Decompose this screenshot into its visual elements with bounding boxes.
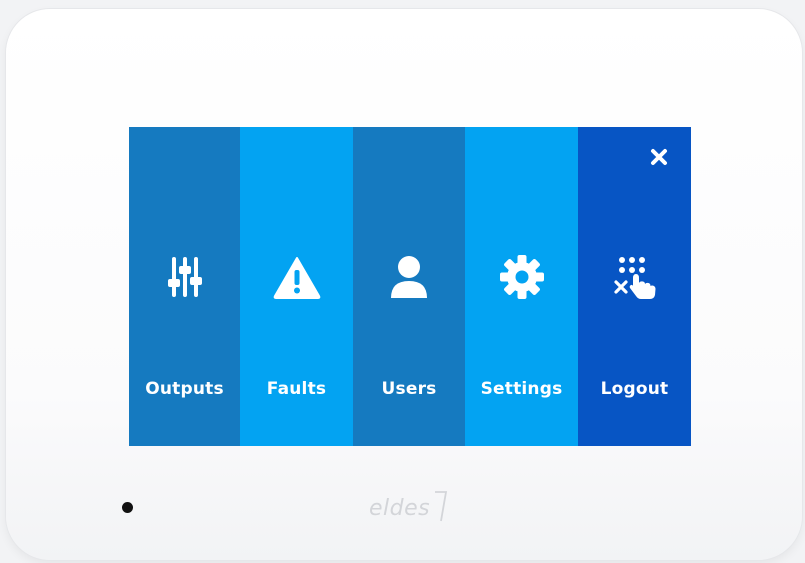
- tile-label: Outputs: [145, 379, 224, 399]
- tile-label: Logout: [600, 379, 669, 399]
- warning-triangle-icon: [272, 252, 322, 302]
- gear-icon: [497, 252, 547, 302]
- close-icon[interactable]: [647, 145, 671, 169]
- tile-logout[interactable]: Logout: [578, 127, 691, 446]
- tile-users[interactable]: Users: [353, 127, 465, 446]
- status-led: [122, 502, 133, 513]
- touch-screen: Outputs Faults Users Settings Logout: [129, 127, 691, 446]
- tile-label: Faults: [266, 379, 327, 399]
- brand-mark-icon: [435, 491, 448, 522]
- user-icon: [384, 252, 434, 302]
- tile-outputs[interactable]: Outputs: [129, 127, 240, 446]
- logout-keypad-icon: [610, 252, 660, 302]
- tile-label: Settings: [480, 379, 563, 399]
- tile-faults[interactable]: Faults: [240, 127, 353, 446]
- sliders-icon: [160, 252, 210, 302]
- brand-logo: eldes: [369, 496, 431, 521]
- tile-settings[interactable]: Settings: [465, 127, 578, 446]
- tile-label: Users: [381, 379, 437, 399]
